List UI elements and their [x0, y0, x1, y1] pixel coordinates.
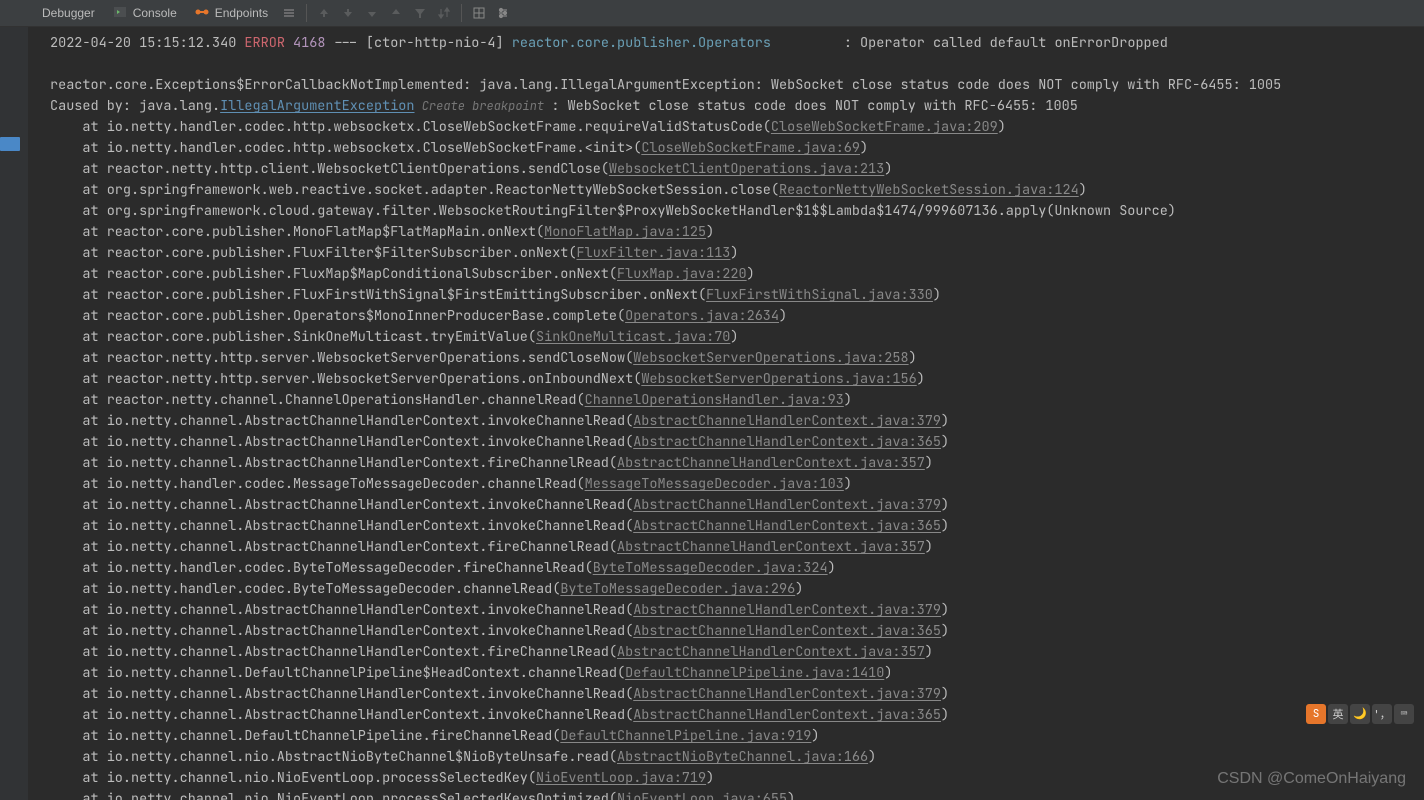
stack-frame-link[interactable]: ByteToMessageDecoder.java:324: [593, 559, 828, 577]
exception-link[interactable]: IllegalArgumentException: [220, 97, 414, 115]
settings-icon[interactable]: [492, 2, 514, 24]
console-output: 2022-04-20 15:15:12.340 ERROR 4168 --- […: [28, 27, 1424, 800]
watermark: CSDN @ComeOnHaiyang: [1217, 770, 1406, 788]
stack-frame-link[interactable]: WebsocketServerOperations.java:156: [641, 370, 916, 388]
stack-frame-link[interactable]: ByteToMessageDecoder.java:296: [560, 580, 795, 598]
stack-frame-link[interactable]: AbstractChannelHandlerContext.java:365: [633, 706, 941, 724]
tab-debugger[interactable]: Debugger: [34, 0, 103, 26]
tab-label: Endpoints: [215, 6, 268, 20]
up-icon[interactable]: [385, 2, 407, 24]
debug-toolbar: Debugger Console Endpoints: [0, 0, 1424, 27]
stack-frame-link[interactable]: AbstractChannelHandlerContext.java:379: [633, 496, 941, 514]
stack-frame-link[interactable]: AbstractChannelHandlerContext.java:357: [617, 454, 925, 472]
ime-tray: S 英 🌙 '， ⌨: [1306, 704, 1414, 724]
stack-frame-link[interactable]: AbstractChannelHandlerContext.java:379: [633, 685, 941, 703]
up-stack-icon[interactable]: [313, 2, 335, 24]
stack-frame-link[interactable]: DefaultChannelPipeline.java:1410: [625, 664, 884, 682]
stack-frame-link[interactable]: NioEventLoop.java:655: [617, 790, 787, 800]
stack-frame-link[interactable]: AbstractChannelHandlerContext.java:379: [633, 412, 941, 430]
sort-icon[interactable]: [433, 2, 455, 24]
stack-frame-link[interactable]: AbstractChannelHandlerContext.java:365: [633, 517, 941, 535]
tab-endpoints[interactable]: Endpoints: [187, 0, 276, 26]
ime-lang[interactable]: 英: [1328, 704, 1348, 724]
ime-comma-icon[interactable]: '，: [1372, 704, 1392, 724]
separator: [461, 4, 462, 22]
stack-frame-link[interactable]: AbstractChannelHandlerContext.java:357: [617, 643, 925, 661]
stack-frame-link[interactable]: Operators.java:2634: [625, 307, 779, 325]
stack-frame-link[interactable]: MonoFlatMap.java:125: [544, 223, 706, 241]
stack-frame-link[interactable]: AbstractChannelHandlerContext.java:365: [633, 433, 941, 451]
stack-frame-link[interactable]: AbstractChannelHandlerContext.java:365: [633, 622, 941, 640]
tab-label: Debugger: [42, 6, 95, 20]
console-icon: [113, 5, 127, 22]
breakpoint-marker[interactable]: [0, 137, 20, 151]
stack-frame-link[interactable]: AbstractNioByteChannel.java:166: [617, 748, 868, 766]
down-stack-icon[interactable]: [337, 2, 359, 24]
stack-frame-link[interactable]: DefaultChannelPipeline.java:919: [560, 727, 811, 745]
stack-frame-link[interactable]: ChannelOperationsHandler.java:93: [585, 391, 844, 409]
stack-frame-link[interactable]: SinkOneMulticast.java:70: [536, 328, 730, 346]
gutter: [0, 27, 28, 800]
menu-icon[interactable]: [278, 2, 300, 24]
filter-icon[interactable]: [409, 2, 431, 24]
tab-console[interactable]: Console: [105, 0, 185, 26]
grid-icon[interactable]: [468, 2, 490, 24]
tab-label: Console: [133, 6, 177, 20]
down-icon[interactable]: [361, 2, 383, 24]
stack-frame-link[interactable]: CloseWebSocketFrame.java:209: [771, 118, 998, 136]
stack-frame-link[interactable]: FluxMap.java:220: [617, 265, 747, 283]
separator: [306, 4, 307, 22]
create-breakpoint-link[interactable]: Create breakpoint: [415, 98, 552, 114]
stack-frame-link[interactable]: MessageToMessageDecoder.java:103: [585, 475, 844, 493]
stack-frame-link[interactable]: FluxFirstWithSignal.java:330: [706, 286, 933, 304]
endpoints-icon: [195, 5, 209, 22]
ime-moon-icon[interactable]: 🌙: [1350, 704, 1370, 724]
stack-frame-link[interactable]: NioEventLoop.java:719: [536, 769, 706, 787]
stack-frame-link[interactable]: CloseWebSocketFrame.java:69: [641, 139, 860, 157]
stack-frame-link[interactable]: WebsocketClientOperations.java:213: [609, 160, 884, 178]
stack-frame-link[interactable]: FluxFilter.java:113: [577, 244, 731, 262]
stack-frame-link[interactable]: ReactorNettyWebSocketSession.java:124: [779, 181, 1079, 199]
stack-frame-link[interactable]: AbstractChannelHandlerContext.java:379: [633, 601, 941, 619]
stack-frame-link[interactable]: AbstractChannelHandlerContext.java:357: [617, 538, 925, 556]
ime-keyboard-icon[interactable]: ⌨: [1394, 704, 1414, 724]
ime-logo[interactable]: S: [1306, 704, 1326, 724]
stack-frame-link[interactable]: WebsocketServerOperations.java:258: [633, 349, 908, 367]
